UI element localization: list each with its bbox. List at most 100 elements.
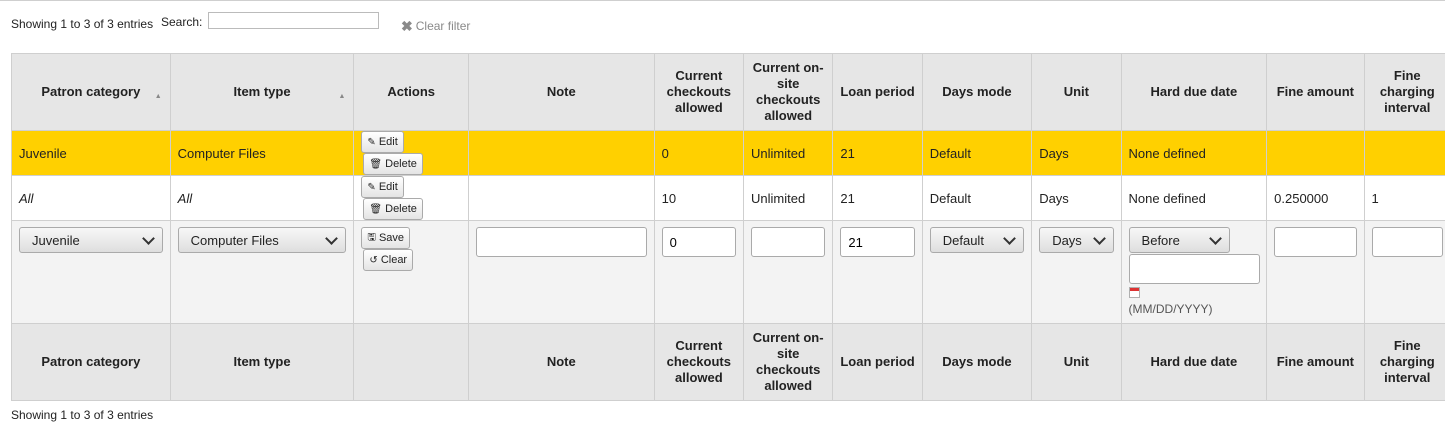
cell-note	[467, 175, 655, 221]
undo-icon: ↺	[369, 254, 378, 266]
cell-onsite-input	[743, 220, 834, 324]
date-format-hint: (MM/DD/YYYY)	[1128, 302, 1213, 316]
chevron-down-icon	[1208, 231, 1222, 245]
cell-patron: All	[11, 175, 171, 221]
cell-loan: 21	[832, 175, 923, 221]
calendar-icon[interactable]	[1128, 287, 1140, 298]
cell-note	[467, 130, 655, 176]
cell-hard-due-input: Before (MM/DD/YYYY)	[1120, 220, 1268, 324]
col-header-hard-due-date: Hard due date	[1120, 53, 1268, 131]
cell-daysmode: Default	[921, 130, 1033, 176]
col-header-unit: Unit	[1031, 53, 1122, 131]
clear-button[interactable]: ↺ Clear	[363, 249, 414, 271]
cell-itemtype: Computer Files	[169, 130, 355, 176]
cell-fine	[1266, 130, 1365, 176]
delete-button[interactable]: 🗑 Delete	[363, 198, 423, 220]
chevron-down-icon	[141, 231, 155, 245]
onsite-checkouts-input[interactable]	[751, 227, 826, 257]
unit-select[interactable]: Days	[1039, 227, 1114, 253]
edit-rule-row: Juvenile Computer Files 🖫Save↺Clear Defa…	[11, 220, 1445, 324]
cell-loan: 21	[832, 130, 923, 176]
chevron-down-icon	[325, 231, 339, 245]
cell-hard-due: None defined	[1120, 175, 1268, 221]
sort-asc-icon: ▲	[154, 93, 162, 100]
close-icon: ✖	[401, 18, 413, 34]
pencil-icon: ✎	[367, 136, 376, 148]
footer-checkouts: Current checkouts allowed	[653, 323, 745, 401]
cell-daysmode-select: Default	[921, 220, 1033, 324]
cell-loan-input	[832, 220, 923, 324]
entries-info-top: Showing 1 to 3 of 3 entries	[11, 17, 154, 31]
col-header-item-type[interactable]: Item type ▲	[169, 53, 355, 131]
floppy-icon: 🖫	[367, 231, 376, 243]
loan-period-input[interactable]	[840, 227, 915, 257]
edit-button[interactable]: ✎ Edit	[361, 176, 404, 198]
save-button[interactable]: 🖫 Save	[361, 227, 411, 249]
cell-fine: 0.250000	[1266, 175, 1365, 221]
hard-due-mode-select[interactable]: Before	[1128, 227, 1230, 253]
footer-onsite: Current on-site checkouts allowed	[743, 323, 834, 401]
cell-onsite: Unlimited	[743, 130, 834, 176]
table-header-row: Patron category ▲ Item type ▲ Actions Note…	[11, 53, 1445, 131]
search-input[interactable]	[208, 12, 379, 29]
cell-onsite: Unlimited	[743, 175, 834, 221]
cell-unit: Days	[1031, 175, 1122, 221]
cell-fine-input	[1266, 220, 1365, 324]
cell-actions: 🖫 Save ↺ Clear	[353, 220, 469, 324]
col-header-patron-category[interactable]: Patron category ▲	[11, 53, 171, 131]
days-mode-select[interactable]: Default	[929, 227, 1025, 253]
cell-actions: ✎ Edit 🗑 Delete	[353, 175, 469, 221]
col-header-fine-interval: Fine charging interval	[1363, 53, 1445, 131]
cell-checkouts-input	[653, 220, 745, 324]
cell-hard-due: None defined	[1120, 130, 1268, 176]
chevron-down-icon	[1092, 231, 1106, 245]
cell-checkouts: 0	[653, 130, 745, 176]
footer-loan-period: Loan period	[832, 323, 923, 401]
table-row: Juvenile Computer Files ✎ Edit 🗑 Delete 0 U…	[11, 130, 1445, 176]
fine-amount-input[interactable]	[1274, 227, 1357, 257]
patron-category-select[interactable]: Juvenile	[19, 227, 163, 253]
trash-icon: 🗑	[369, 203, 383, 215]
cell-interval	[1363, 130, 1445, 176]
item-type-select[interactable]: Computer Files	[177, 227, 347, 253]
cell-interval-input	[1363, 220, 1445, 324]
table-footer-row: Patron category Item type Note Current c…	[11, 323, 1445, 401]
col-header-fine-amount: Fine amount	[1266, 53, 1365, 131]
cell-itemtype: All	[169, 175, 355, 221]
clear-filter-label: Clear filter	[415, 19, 471, 33]
cell-interval: 1	[1363, 175, 1445, 221]
col-header-loan-period: Loan period	[832, 53, 923, 131]
col-header-onsite: Current on-site checkouts allowed	[743, 53, 834, 131]
footer-hard-due-date: Hard due date	[1120, 323, 1268, 401]
table-row: All All ✎ Edit 🗑 Delete 10 Unlimited 21 Def…	[11, 175, 1445, 221]
search-label: Search:	[161, 15, 203, 29]
cell-daysmode: Default	[921, 175, 1033, 221]
delete-button[interactable]: 🗑 Delete	[363, 153, 423, 175]
clear-filter-button[interactable]: ✖ Clear filter	[401, 19, 470, 33]
col-header-note: Note	[467, 53, 655, 131]
top-divider	[0, 0, 1445, 1]
footer-fine-interval: Fine charging interval	[1363, 323, 1445, 401]
footer-unit: Unit	[1031, 323, 1122, 401]
cell-patron-select: Juvenile	[11, 220, 171, 324]
trash-icon: 🗑	[369, 158, 383, 170]
fine-interval-input[interactable]	[1371, 227, 1443, 257]
chevron-down-icon	[1003, 231, 1017, 245]
col-header-days-mode: Days mode	[921, 53, 1033, 131]
entries-info-bottom: Showing 1 to 3 of 3 entries	[11, 408, 154, 422]
col-header-checkouts: Current checkouts allowed	[653, 53, 745, 131]
cell-note-input	[467, 220, 655, 324]
hard-due-date-input[interactable]	[1128, 254, 1260, 284]
col-header-actions: Actions	[353, 53, 469, 131]
cell-patron: Juvenile	[11, 130, 171, 176]
sort-asc-icon: ▲	[338, 93, 346, 100]
pencil-icon: ✎	[367, 181, 376, 193]
checkouts-input[interactable]	[661, 227, 737, 257]
edit-button[interactable]: ✎ Edit	[361, 131, 404, 153]
footer-note: Note	[467, 323, 655, 401]
note-input[interactable]	[475, 227, 647, 257]
footer-actions	[353, 323, 469, 401]
cell-actions: ✎ Edit 🗑 Delete	[353, 130, 469, 176]
footer-fine-amount: Fine amount	[1266, 323, 1365, 401]
footer-item-type: Item type	[169, 323, 355, 401]
